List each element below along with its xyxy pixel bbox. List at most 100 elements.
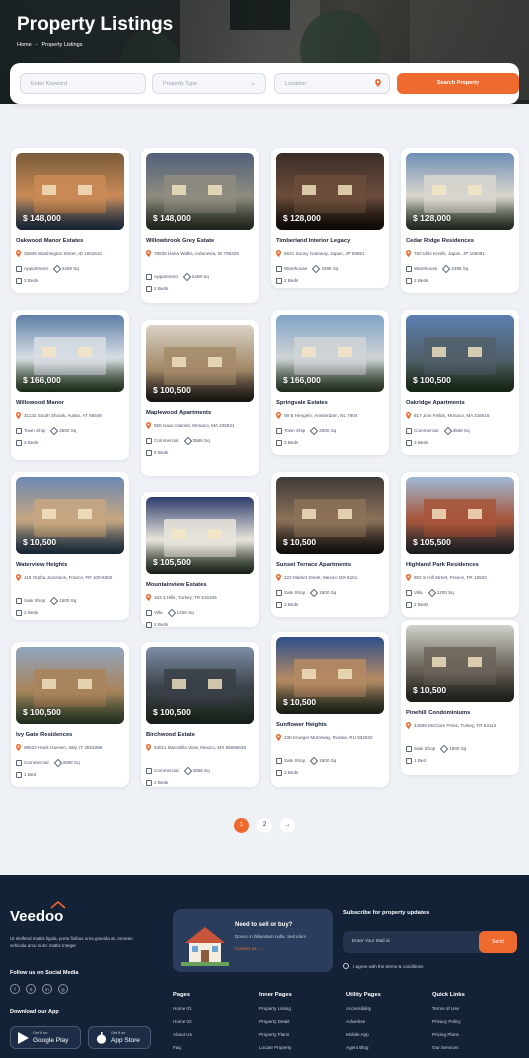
- x-icon[interactable]: X: [26, 984, 36, 994]
- property-beds: 1 Bed: [406, 758, 426, 764]
- property-card[interactable]: $ 10,500 Pinehill Condominiums 44599 McClu…: [401, 620, 519, 775]
- property-title[interactable]: Highland Park Residences: [406, 562, 516, 568]
- facebook-icon[interactable]: f: [10, 984, 20, 994]
- area-icon: [167, 608, 176, 618]
- property-card[interactable]: $ 100,500 Birchwood Estate 53611 Macmillia…: [141, 642, 259, 787]
- footer-link[interactable]: Faq: [173, 1045, 192, 1050]
- app-store-button[interactable]: Get it on App Store: [88, 1026, 151, 1049]
- property-image[interactable]: $ 10,500: [16, 477, 124, 554]
- property-card[interactable]: $ 105,500 Highland Park Residences 902 S H…: [401, 472, 519, 617]
- footer-link[interactable]: Our Services: [432, 1045, 465, 1050]
- footer-link[interactable]: Mobile App: [346, 1032, 381, 1037]
- footer-link[interactable]: About Us: [173, 1032, 192, 1037]
- property-title[interactable]: Waterview Heights: [16, 562, 126, 568]
- breadcrumb-current: Property Listings: [41, 42, 83, 48]
- bed-icon: [406, 602, 412, 608]
- building-icon: [406, 746, 412, 752]
- property-image[interactable]: $ 105,500: [406, 477, 514, 554]
- search-property-button[interactable]: Search Property: [397, 73, 519, 94]
- property-image[interactable]: $ 128,000: [406, 153, 514, 230]
- bed-icon: [16, 278, 22, 284]
- property-address: 902 S Hill Street, France, FR 19522: [406, 574, 514, 582]
- property-title[interactable]: Mountainview Estates: [146, 582, 256, 588]
- property-card[interactable]: $ 105,500 Mountainview Estates 163 3 Hills…: [141, 492, 259, 628]
- linkedin-icon[interactable]: in: [42, 984, 52, 994]
- next-page-button[interactable]: →: [280, 818, 295, 833]
- property-title[interactable]: Sunset Terrace Apartments: [276, 562, 386, 568]
- property-image[interactable]: $ 148,000: [16, 153, 124, 230]
- property-image[interactable]: $ 166,000: [16, 315, 124, 392]
- property-card[interactable]: $ 10,500 Sunset Terrace Apartments 222 Mar…: [271, 472, 389, 617]
- terms-checkbox[interactable]: I agree with the terms & conditions: [343, 963, 423, 969]
- instagram-icon[interactable]: ◎: [58, 984, 68, 994]
- footer-link[interactable]: Home 02: [173, 1019, 192, 1024]
- keyword-input[interactable]: Enter Keyword: [20, 73, 146, 94]
- property-title[interactable]: Willowood Manor: [16, 400, 126, 406]
- footer-link[interactable]: Home 01: [173, 1006, 192, 1011]
- footer-link[interactable]: Privacy Policy: [432, 1019, 465, 1024]
- property-title[interactable]: Oakridge Apartments: [406, 400, 516, 406]
- property-address: 119 Orpha Junctions, France, FR 100-6500: [16, 574, 124, 582]
- footer-link[interactable]: Agent Blog: [346, 1045, 381, 1050]
- breadcrumb: Home - Property Listings: [17, 42, 82, 48]
- checkbox-icon[interactable]: [343, 963, 349, 969]
- property-title[interactable]: Birchwood Estate: [146, 732, 256, 738]
- property-card[interactable]: $ 100,500 Oakridge Apartments 817 Joni Fie…: [401, 310, 519, 455]
- property-title[interactable]: Pinehill Condominiums: [406, 710, 516, 716]
- footer-link[interactable]: Property Listing: [259, 1006, 292, 1011]
- property-image[interactable]: $ 128,000: [276, 153, 384, 230]
- property-card[interactable]: $ 148,000 Willowbrook Grey Estate 75835 Ha…: [141, 148, 259, 303]
- property-card[interactable]: $ 148,000 Oakwood Manor Estates 25945 Wash…: [11, 148, 129, 293]
- property-card[interactable]: $ 10,500 Waterview Heights 119 Orpha Junct…: [11, 472, 129, 620]
- property-type-select[interactable]: Property Type ⌄: [152, 73, 266, 94]
- footer-link[interactable]: Terms of Use: [432, 1006, 465, 1011]
- property-title[interactable]: Springvale Estates: [276, 400, 386, 406]
- bed-icon: [146, 780, 152, 786]
- property-card[interactable]: $ 128,000 Timberland Interior Legacy 6621 …: [271, 148, 389, 288]
- footer-link[interactable]: Pricing Plans: [432, 1032, 465, 1037]
- property-title[interactable]: Cedar Ridge Residences: [406, 238, 516, 244]
- area-icon: [53, 758, 62, 768]
- bed-icon: [16, 772, 22, 778]
- sell-buy-cta: Need to sell or buy? Donec in bibendum n…: [173, 909, 333, 972]
- property-card[interactable]: $ 100,500 Ivy Gate Residences 99532 Hank H…: [11, 642, 129, 787]
- breadcrumb-home[interactable]: Home: [17, 42, 32, 48]
- property-title[interactable]: Oakwood Manor Estates: [16, 238, 126, 244]
- footer-link[interactable]: Property Detail: [259, 1019, 292, 1024]
- property-title[interactable]: Sunflower Heights: [276, 722, 386, 728]
- app-heading: Download our App: [10, 1009, 59, 1015]
- google-play-button[interactable]: Get it on Google Play: [10, 1026, 81, 1049]
- page-1-button[interactable]: 1: [234, 818, 249, 833]
- location-input[interactable]: Location: [274, 73, 390, 94]
- property-image[interactable]: $ 105,500: [146, 497, 254, 574]
- property-card[interactable]: $ 128,000 Cedar Ridge Residences 760 Idris…: [401, 148, 519, 293]
- property-card[interactable]: $ 100,500 Maplewood Apartments 555 Isaac I…: [141, 320, 259, 476]
- footer-link[interactable]: Locate Property: [259, 1045, 292, 1050]
- footer-link[interactable]: Property Plans: [259, 1032, 292, 1037]
- footer-logo[interactable]: Veedoo: [10, 908, 63, 925]
- property-image[interactable]: $ 10,500: [276, 477, 384, 554]
- footer-link[interactable]: Accessibility: [346, 1006, 381, 1011]
- property-features: Warehouse 2395 Sq: [276, 264, 338, 274]
- property-image[interactable]: $ 166,000: [276, 315, 384, 392]
- property-image[interactable]: $ 100,500: [146, 647, 254, 724]
- property-image[interactable]: $ 10,500: [406, 625, 514, 702]
- email-field[interactable]: Enter Your Mail id Send: [343, 931, 517, 953]
- property-image[interactable]: $ 148,000: [146, 153, 254, 230]
- page-2-button[interactable]: 2: [257, 818, 272, 833]
- property-price: $ 10,500: [283, 537, 317, 547]
- property-title[interactable]: Ivy Gate Residences: [16, 732, 126, 738]
- property-card[interactable]: $ 10,500 Sunflower Heights 230 Krueger Mot…: [271, 632, 389, 787]
- property-image[interactable]: $ 100,500: [406, 315, 514, 392]
- property-image[interactable]: $ 100,500: [16, 647, 124, 724]
- property-image[interactable]: $ 10,500: [276, 637, 384, 714]
- property-image[interactable]: $ 100,500: [146, 325, 254, 402]
- property-title[interactable]: Maplewood Apartments: [146, 410, 256, 416]
- property-title[interactable]: Willowbrook Grey Estate: [146, 238, 256, 244]
- property-card[interactable]: $ 166,000 Willowood Manor 31142 South Shoa…: [11, 310, 129, 460]
- contact-us-link[interactable]: Contact us →: [235, 946, 262, 951]
- property-card[interactable]: $ 166,000 Springvale Estates 09 B Hengelo,…: [271, 310, 389, 455]
- send-button[interactable]: Send: [479, 931, 517, 953]
- footer-link[interactable]: Advertise: [346, 1019, 381, 1024]
- property-title[interactable]: Timberland Interior Legacy: [276, 238, 386, 244]
